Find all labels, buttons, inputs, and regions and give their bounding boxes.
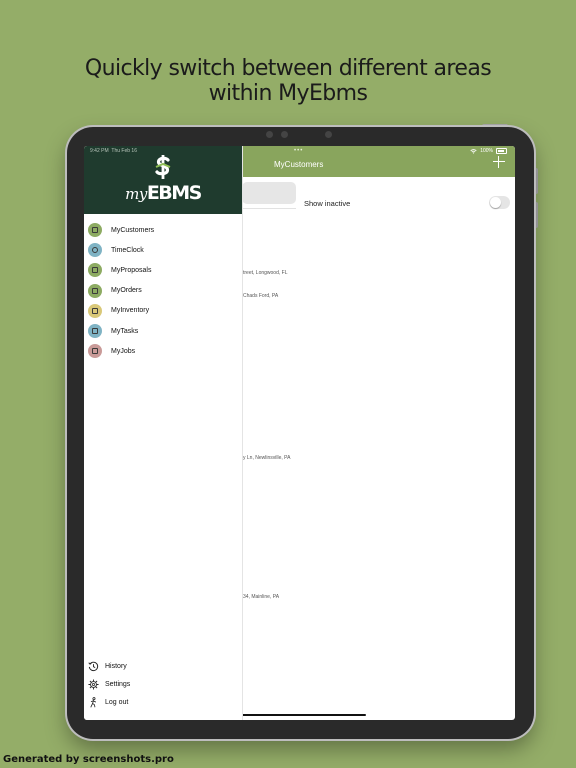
toggle-knob [490,197,501,208]
myebms-logo: myEBMS [84,182,242,204]
app-screen: 100% ••• MyCustomers Show inactive treet… [84,146,515,720]
headline-line-1: Quickly switch between different areas [84,56,492,81]
divider [242,208,296,209]
wifi-icon [470,148,477,154]
customer-address[interactable]: 34, Mainline, PA [243,594,279,600]
sidebar-item-label: MyOrders [111,287,142,295]
logo-my: my [125,185,147,203]
sidebar-item-label: MyTasks [111,327,139,335]
sidebar-item-mytasks[interactable]: MyTasks [84,321,242,341]
inventory-icon [88,303,102,318]
tasks-icon [88,324,102,339]
battery-icon [496,148,507,154]
jobs-icon [88,344,102,359]
sidebar-item-mycustomers[interactable]: MyCustomers [84,220,242,240]
sidebar-item-myorders[interactable]: MyOrders [84,281,242,301]
sidebar-item-settings[interactable]: Settings [84,675,242,693]
sidebar-item-myjobs[interactable]: MyJobs [84,341,242,361]
sidebar-item-label: History [105,662,127,670]
customers-icon [88,223,102,238]
multitasking-dots[interactable]: ••• [294,148,303,154]
sidebar-item-label: MyInventory [111,307,150,315]
search-input[interactable] [242,182,296,204]
camera-dot [281,131,288,138]
sidebar-item-label: Log out [105,698,129,706]
headline: Quickly switch between different areas w… [0,56,576,106]
proposal-icon [88,263,102,278]
sidebar-item-label: MyCustomers [111,226,155,234]
sidebar-item-history[interactable]: History [84,657,242,675]
customer-address[interactable]: treet, Longwood, FL [243,270,287,276]
camera-dot [266,131,273,138]
show-inactive-toggle[interactable] [489,196,510,209]
battery-percent: 100% [480,148,493,154]
show-inactive-label: Show inactive [304,199,351,208]
sidebar-bottom-menu: History Settings Log out [84,657,242,712]
plus-icon[interactable] [493,156,505,168]
sidebar-item-myinventory[interactable]: MyInventory [84,301,242,321]
dollar-logo-icon [155,155,171,179]
sidebar-item-label: Settings [105,680,131,688]
status-date: Thu Feb 16 [111,148,137,154]
customer-address[interactable]: Chads Ford, PA [243,293,278,299]
page-title: MyCustomers [274,160,324,169]
clock-icon [88,243,102,258]
status-indicators: 100% [470,148,507,154]
sidebar-header: 9:42 PM Thu Feb 16 myEBMS [84,146,242,214]
home-indicator[interactable] [234,714,366,716]
status-clock: 9:42 PM [90,148,109,154]
logout-icon [90,697,97,708]
sidebar-item-timeclock[interactable]: TimeClock [84,240,242,260]
sidebar-drawer: 9:42 PM Thu Feb 16 myEBMS MyCustomers Ti… [84,146,243,720]
sidebar-item-myproposals[interactable]: MyProposals [84,260,242,280]
sidebar-item-label: MyProposals [111,266,152,274]
sidebar-item-label: MyJobs [111,347,136,355]
orders-icon [88,283,102,298]
status-time: 9:42 PM Thu Feb 16 [90,148,137,154]
headline-line-2: within MyEbms [208,81,368,106]
sidebar-item-logout[interactable]: Log out [84,693,242,711]
sidebar-item-label: TimeClock [111,246,144,254]
camera-dot [325,131,332,138]
customer-address[interactable]: y Ln, Newlinsville, PA [243,455,290,461]
gear-icon [88,679,99,690]
logo-ebms: EBMS [146,182,203,204]
history-icon [88,661,99,671]
sidebar-menu: MyCustomers TimeClock MyProposals MyOrde… [84,220,242,361]
footer-credit: Generated by screenshots.pro [3,754,174,765]
